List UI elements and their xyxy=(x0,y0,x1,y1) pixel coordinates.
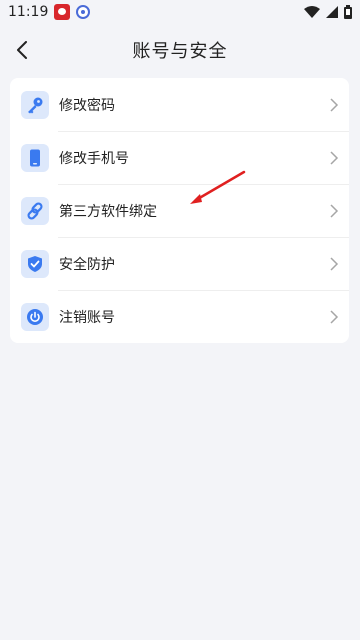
shield-check-icon xyxy=(21,249,49,278)
header: 账号与安全 xyxy=(0,24,360,76)
link-icon xyxy=(21,196,49,225)
menu-item-label: 修改密码 xyxy=(59,97,115,114)
blue-app-icon xyxy=(76,5,91,19)
menu-item-label: 修改手机号 xyxy=(59,150,129,167)
signal-icon xyxy=(326,6,338,18)
power-icon xyxy=(21,302,49,331)
menu-item-label: 注销账号 xyxy=(59,309,115,326)
menu-item-change-password[interactable]: 修改密码 xyxy=(10,78,349,131)
key-icon xyxy=(21,90,49,119)
battery-icon xyxy=(344,5,352,19)
menu-item-security-protection[interactable]: 安全防护 xyxy=(10,237,349,290)
chevron-right-icon xyxy=(330,256,339,271)
menu-item-label: 第三方软件绑定 xyxy=(59,203,157,220)
panda-app-icon xyxy=(54,4,71,20)
menu-item-change-phone[interactable]: 修改手机号 xyxy=(10,131,349,184)
menu-item-label: 安全防护 xyxy=(59,256,115,273)
menu-item-third-party-binding[interactable]: 第三方软件绑定 xyxy=(10,184,349,237)
settings-card: 修改密码 修改手机号 第三方软件绑定 安全防护 注销账号 xyxy=(10,78,349,343)
chevron-right-icon xyxy=(330,309,339,324)
page-title: 账号与安全 xyxy=(132,41,228,62)
chevron-right-icon xyxy=(330,97,339,112)
phone-icon xyxy=(21,143,49,172)
wifi-icon xyxy=(304,6,320,18)
status-time: 11:19 xyxy=(8,4,49,20)
chevron-right-icon xyxy=(330,203,339,218)
menu-item-cancel-account[interactable]: 注销账号 xyxy=(10,290,349,343)
chevron-left-icon xyxy=(17,41,27,59)
status-right-group xyxy=(304,5,352,19)
chevron-right-icon xyxy=(330,150,339,165)
status-bar: 11:19 xyxy=(0,0,360,24)
back-button[interactable] xyxy=(8,36,36,64)
annotation-arrow-icon xyxy=(190,170,246,204)
